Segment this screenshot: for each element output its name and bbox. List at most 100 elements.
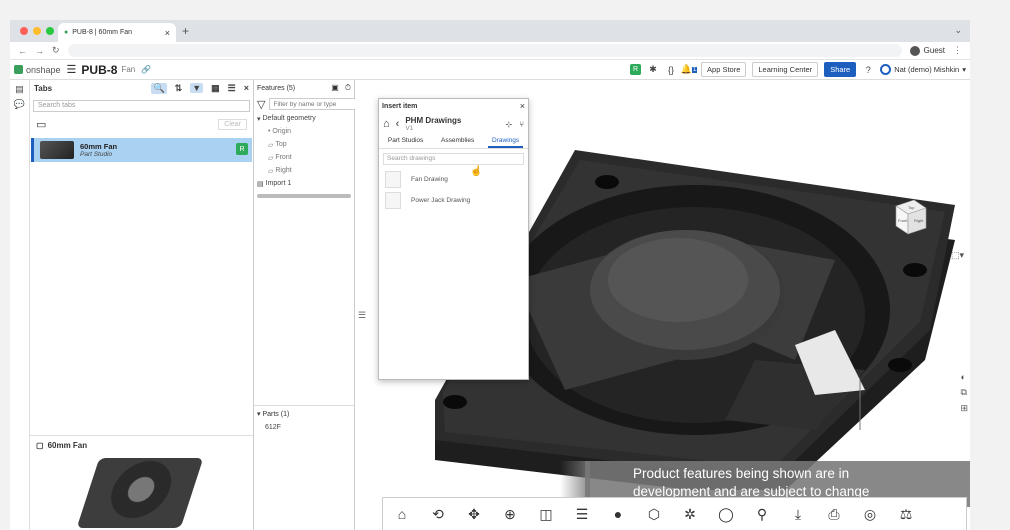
help-icon[interactable]: ? — [862, 64, 874, 76]
back-icon[interactable]: ← — [18, 46, 27, 56]
variables-icon[interactable]: ⊞ — [960, 403, 968, 414]
cube-icon[interactable]: ⬡ — [643, 506, 665, 523]
reload-icon[interactable]: ↻ — [52, 45, 60, 56]
search-tabs-input[interactable]: Search tabs — [33, 100, 250, 112]
new-tab-button[interactable]: + — [182, 24, 189, 38]
view-cube[interactable]: Top Front Right Z X — [886, 186, 934, 246]
section-view-icon[interactable]: ◫ — [535, 506, 557, 523]
filter-icon[interactable]: ▼ — [190, 83, 204, 93]
user-menu[interactable]: Nat (demo) Mishkin ▾ — [880, 64, 966, 75]
list-item[interactable]: Power Jack Drawing — [379, 190, 528, 211]
feature-right-plane[interactable]: ▱ Right — [254, 164, 354, 177]
feature-panel-toggle-icon[interactable]: ☰ — [358, 310, 366, 321]
app-badge-icon[interactable]: R — [630, 64, 642, 75]
feature-label: Import 1 — [265, 180, 292, 187]
close-window-icon[interactable] — [20, 27, 28, 35]
feature-import[interactable]: ▤ Import 1 — [254, 177, 354, 190]
tab-list-item[interactable]: 60mm Fan Part Studio R — [31, 138, 252, 162]
bug-icon[interactable]: ✱ — [647, 64, 659, 76]
workspace-name[interactable]: Fan — [121, 65, 135, 74]
clear-button[interactable]: Clear — [218, 118, 247, 130]
tabs-panel-toolbar: ▭ Clear — [30, 116, 253, 132]
configurations-icon[interactable]: ⧉ — [960, 387, 968, 398]
search-drawings-input[interactable]: Search drawings — [383, 153, 524, 165]
feature-top-plane[interactable]: ▱ Top — [254, 138, 354, 151]
feature-front-plane[interactable]: ▱ Front — [254, 151, 354, 164]
share-button[interactable]: Share — [824, 62, 857, 77]
part-item[interactable]: 612F — [257, 424, 351, 431]
tab-assemblies[interactable]: Assemblies — [437, 137, 478, 148]
learning-center-button[interactable]: Learning Center — [752, 62, 819, 77]
rollback-bar[interactable] — [257, 194, 351, 198]
hamburger-menu-icon[interactable]: ☰ — [67, 63, 77, 76]
search-icon[interactable]: 🔍 — [151, 82, 167, 94]
explode-icon[interactable]: ✲ — [679, 506, 701, 523]
home-view-icon[interactable]: ⌂ — [391, 506, 413, 522]
pan-icon[interactable]: ✥ — [463, 506, 485, 523]
view-options-icon[interactable]: ⬚▾ — [951, 250, 964, 261]
feature-filter-input[interactable] — [269, 98, 366, 110]
tab-part-studios[interactable]: Part Studios — [384, 137, 427, 148]
minimize-window-icon[interactable] — [33, 27, 41, 35]
export-icon[interactable]: ⤓ — [787, 506, 809, 523]
measure-icon[interactable]: ⚲ — [751, 506, 773, 523]
list-item[interactable]: Fan Drawing — [379, 169, 528, 190]
tabs-manager-icon[interactable]: ▤ — [10, 84, 29, 95]
address-bar: ← → ↻ Guest ⋮ — [10, 42, 970, 60]
close-tab-icon[interactable]: × — [165, 28, 170, 38]
list-icon[interactable]: ☰ — [571, 506, 593, 523]
history-icon[interactable]: ⏱ — [345, 83, 351, 93]
link-icon[interactable]: 🔗 — [141, 65, 151, 74]
zoom-icon[interactable]: ⊕ — [499, 506, 521, 523]
forward-icon[interactable]: → — [35, 46, 44, 56]
drawing-icon — [385, 171, 401, 188]
print-icon[interactable]: ⎙ — [823, 506, 845, 523]
notification-icon[interactable]: 🔔 1 — [681, 64, 698, 76]
filter-icon: ▽ — [257, 98, 266, 111]
feature-origin[interactable]: • Origin — [254, 125, 354, 138]
add-version-icon[interactable]: ⊹ — [505, 120, 512, 129]
view-cube-right[interactable]: Right — [914, 218, 924, 223]
view-cube-front[interactable]: Front — [898, 218, 908, 223]
browser-tab-title: PUB-8 | 60mm Fan — [72, 29, 133, 36]
chevron-down-icon[interactable]: ⌄ — [954, 25, 962, 36]
branch-icon[interactable]: ⑂ — [519, 120, 524, 129]
material-icon[interactable]: ◎ — [859, 506, 881, 523]
code-icon[interactable]: {} — [665, 64, 677, 76]
folder-icon[interactable]: ▭ — [36, 118, 46, 131]
view-cube-top[interactable]: Top — [908, 205, 915, 210]
document-name[interactable]: PUB-8 — [81, 63, 117, 77]
url-input[interactable] — [67, 44, 902, 57]
hand-cursor-icon: ☝ — [470, 166, 483, 177]
feature-default-geometry[interactable]: ▾ Default geometry — [254, 112, 354, 125]
back-icon[interactable]: ‹ — [396, 118, 400, 130]
grid-view-icon[interactable]: ▦ — [211, 83, 220, 94]
list-view-icon[interactable]: ☰ — [228, 83, 236, 94]
left-rail: ▤ 💬 — [10, 80, 30, 530]
home-icon[interactable]: ⌂ — [383, 118, 390, 130]
comment-icon[interactable]: ◯ — [715, 506, 737, 523]
parts-header[interactable]: ▾ Parts (1) — [257, 410, 351, 418]
logo-text: onshape — [26, 64, 61, 75]
rotate-icon[interactable]: ⟲ — [427, 506, 449, 523]
appearance-icon[interactable]: ◐ — [960, 372, 968, 382]
render-icon[interactable]: ● — [607, 506, 629, 522]
close-icon[interactable]: × — [244, 83, 249, 93]
kebab-menu-icon[interactable]: ⋮ — [953, 45, 962, 56]
features-title: Features (5) — [257, 84, 296, 92]
add-folder-icon[interactable]: ▣ — [331, 83, 339, 93]
comments-icon[interactable]: 💬 — [10, 99, 29, 110]
insert-dialog-title: Insert item — [382, 102, 418, 110]
browser-tab[interactable]: ● PUB-8 | 60mm Fan × — [58, 23, 176, 42]
sort-icon[interactable]: ⇅ — [175, 83, 183, 94]
profile-label: Guest — [923, 46, 945, 55]
app-store-button[interactable]: App Store — [701, 62, 747, 77]
maximize-window-icon[interactable] — [46, 27, 54, 35]
close-icon[interactable]: × — [520, 101, 525, 111]
mass-properties-icon[interactable]: ⚖ — [895, 506, 917, 523]
onshape-logo[interactable]: onshape — [14, 65, 61, 75]
tab-drawings[interactable]: Drawings — [488, 137, 524, 148]
feature-label: Front — [275, 154, 292, 161]
svg-text:X: X — [928, 236, 932, 242]
profile-button[interactable]: Guest — [909, 45, 945, 56]
